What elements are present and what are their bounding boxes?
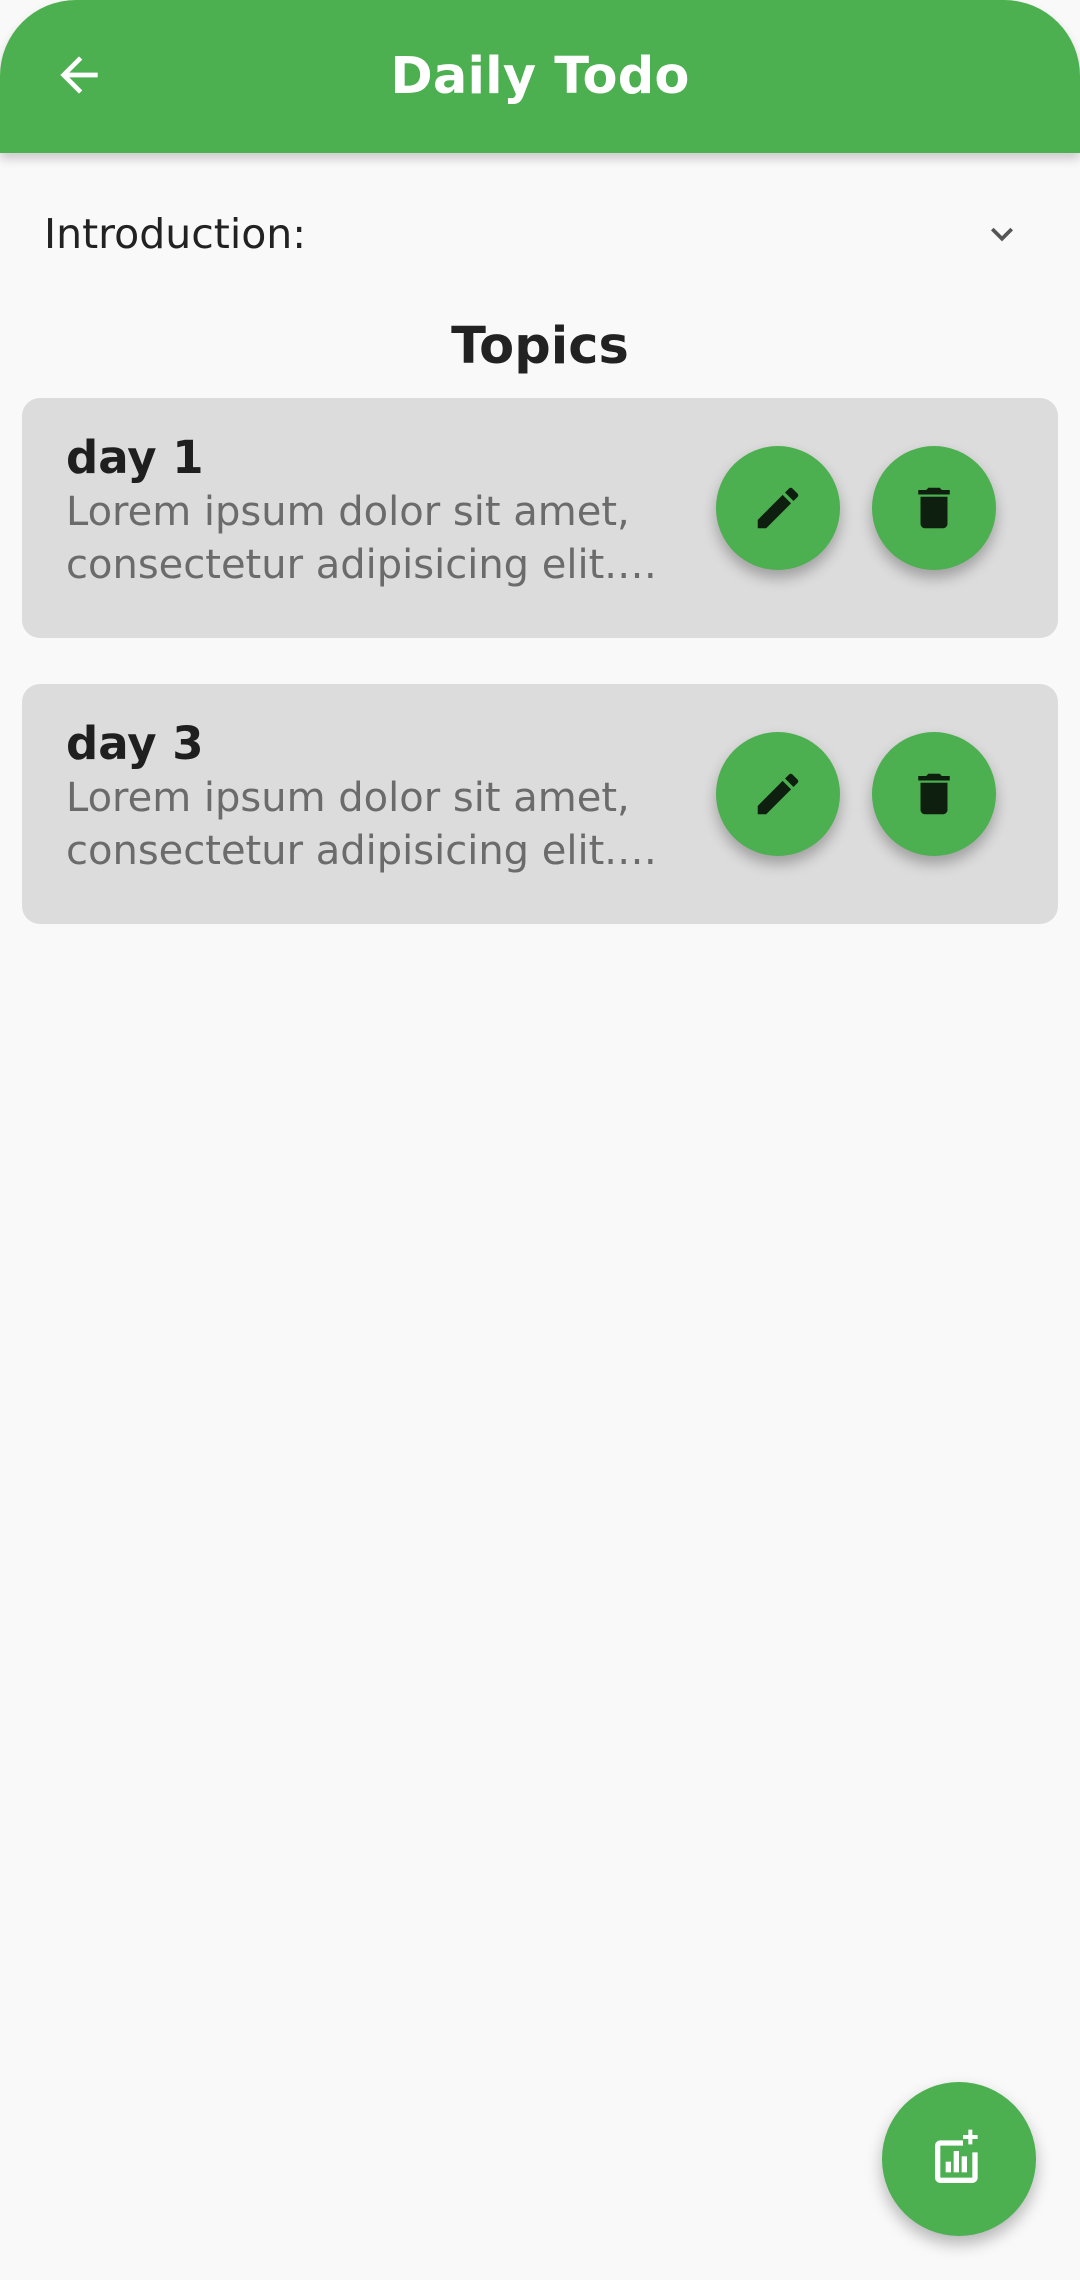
topic-title: day 3 [66,717,204,770]
back-button[interactable] [40,36,118,114]
trash-icon [918,773,950,815]
topic-card[interactable]: day 1 Lorem ipsum dolor sit amet, consec… [22,398,1058,638]
add-chart-icon [935,2129,978,2183]
topic-description: Lorem ipsum dolor sit amet, consectetur … [66,775,630,874]
introduction-dropdown[interactable]: Introduction: [0,196,1080,272]
pencil-icon [757,773,799,815]
topic-card[interactable]: day 3 Lorem ipsum dolor sit amet, consec… [22,684,1058,924]
app-title: Daily Todo [390,47,690,106]
arrow-left-icon [60,56,98,94]
edit-button[interactable] [716,732,840,856]
delete-button[interactable] [872,446,996,570]
topic-description: Lorem ipsum dolor sit amet, consectetur … [66,489,630,588]
introduction-label: Introduction: [44,210,307,258]
delete-button[interactable] [872,732,996,856]
add-topic-fab[interactable] [882,2082,1036,2236]
section-title: Topics [451,317,629,376]
pencil-icon [757,487,799,529]
topic-title: day 1 [66,431,204,484]
app-bar: Daily Todo [0,0,1080,153]
chevron-down-icon [991,227,1013,242]
trash-icon [918,487,950,529]
edit-button[interactable] [716,446,840,570]
